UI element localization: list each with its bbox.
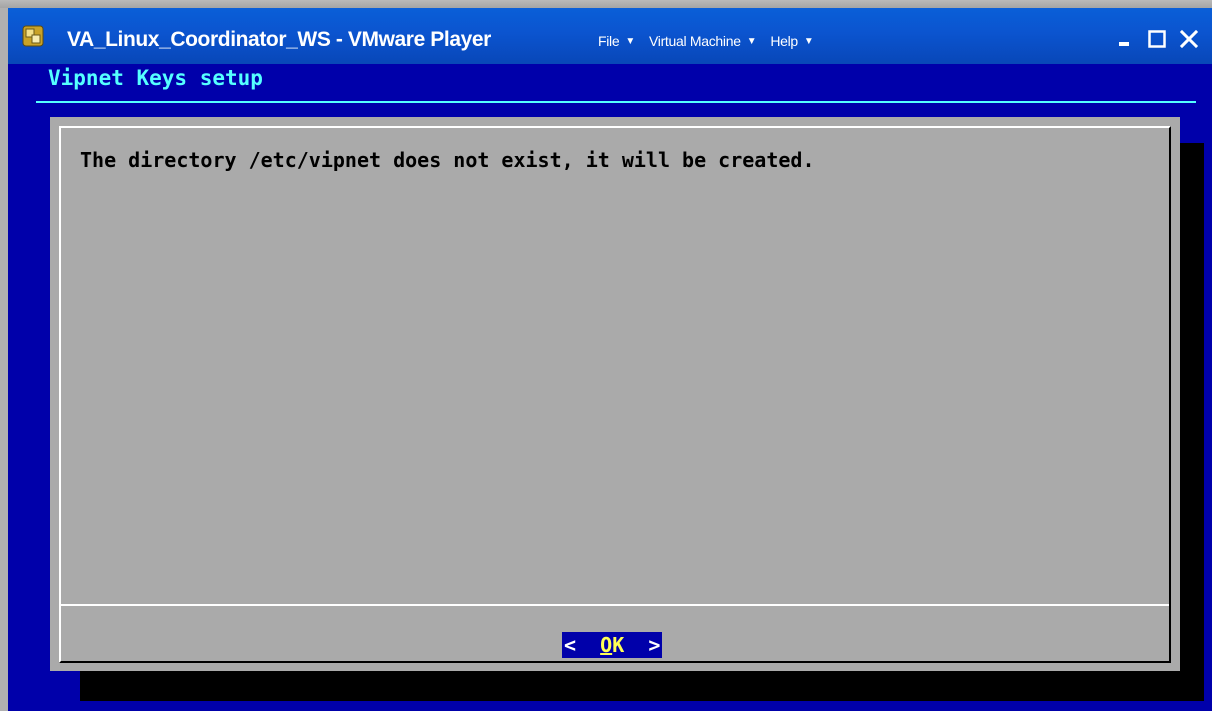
ok-button-left-bracket: < bbox=[564, 633, 577, 657]
ok-button-right-bracket: > bbox=[648, 633, 661, 657]
ok-button-label-rest: K bbox=[612, 633, 625, 657]
message-dialog: The directory /etc/vipnet does not exist… bbox=[50, 117, 1180, 671]
ok-button-hotkey: O bbox=[600, 633, 613, 657]
caret-down-icon: ▼ bbox=[625, 35, 635, 47]
menu-help-label: Help bbox=[770, 33, 798, 49]
vmware-player-window: VA_Linux_Coordinator_WS - VMware Player … bbox=[0, 0, 1212, 711]
minimize-button[interactable] bbox=[1112, 26, 1138, 52]
backtitle-underline bbox=[36, 101, 1196, 103]
menu-file[interactable]: File ▼ bbox=[598, 33, 635, 49]
menu-bar: File ▼ Virtual Machine ▼ Help ▼ bbox=[598, 30, 828, 52]
menu-virtual-machine[interactable]: Virtual Machine ▼ bbox=[648, 33, 757, 49]
close-button[interactable] bbox=[1176, 26, 1202, 52]
menu-help[interactable]: Help ▼ bbox=[770, 33, 813, 49]
vmware-app-icon[interactable] bbox=[22, 25, 44, 47]
caret-down-icon: ▼ bbox=[746, 35, 757, 47]
window-top-strip bbox=[0, 0, 1212, 8]
window-left-edge bbox=[0, 8, 8, 711]
menu-virtual-machine-label: Virtual Machine bbox=[648, 33, 741, 49]
dialog-separator bbox=[61, 604, 1169, 606]
ok-button[interactable]: < OK > bbox=[562, 632, 663, 658]
maximize-icon bbox=[1148, 30, 1166, 48]
window-controls bbox=[1112, 26, 1202, 52]
window-title: VA_Linux_Coordinator_WS - VMware Player bbox=[67, 28, 491, 51]
maximize-button[interactable] bbox=[1144, 26, 1170, 52]
vm-console-screen[interactable]: Vipnet Keys setup The directory /etc/vip… bbox=[8, 64, 1212, 711]
caret-down-icon: ▼ bbox=[803, 35, 814, 47]
minimize-icon bbox=[1119, 42, 1129, 46]
dialog-frame bbox=[59, 126, 1171, 663]
close-icon bbox=[1179, 29, 1199, 49]
setup-backtitle: Vipnet Keys setup bbox=[48, 66, 263, 90]
title-bar[interactable]: VA_Linux_Coordinator_WS - VMware Player … bbox=[8, 8, 1212, 64]
dialog-message: The directory /etc/vipnet does not exist… bbox=[80, 148, 815, 172]
menu-file-label: File bbox=[598, 33, 620, 49]
